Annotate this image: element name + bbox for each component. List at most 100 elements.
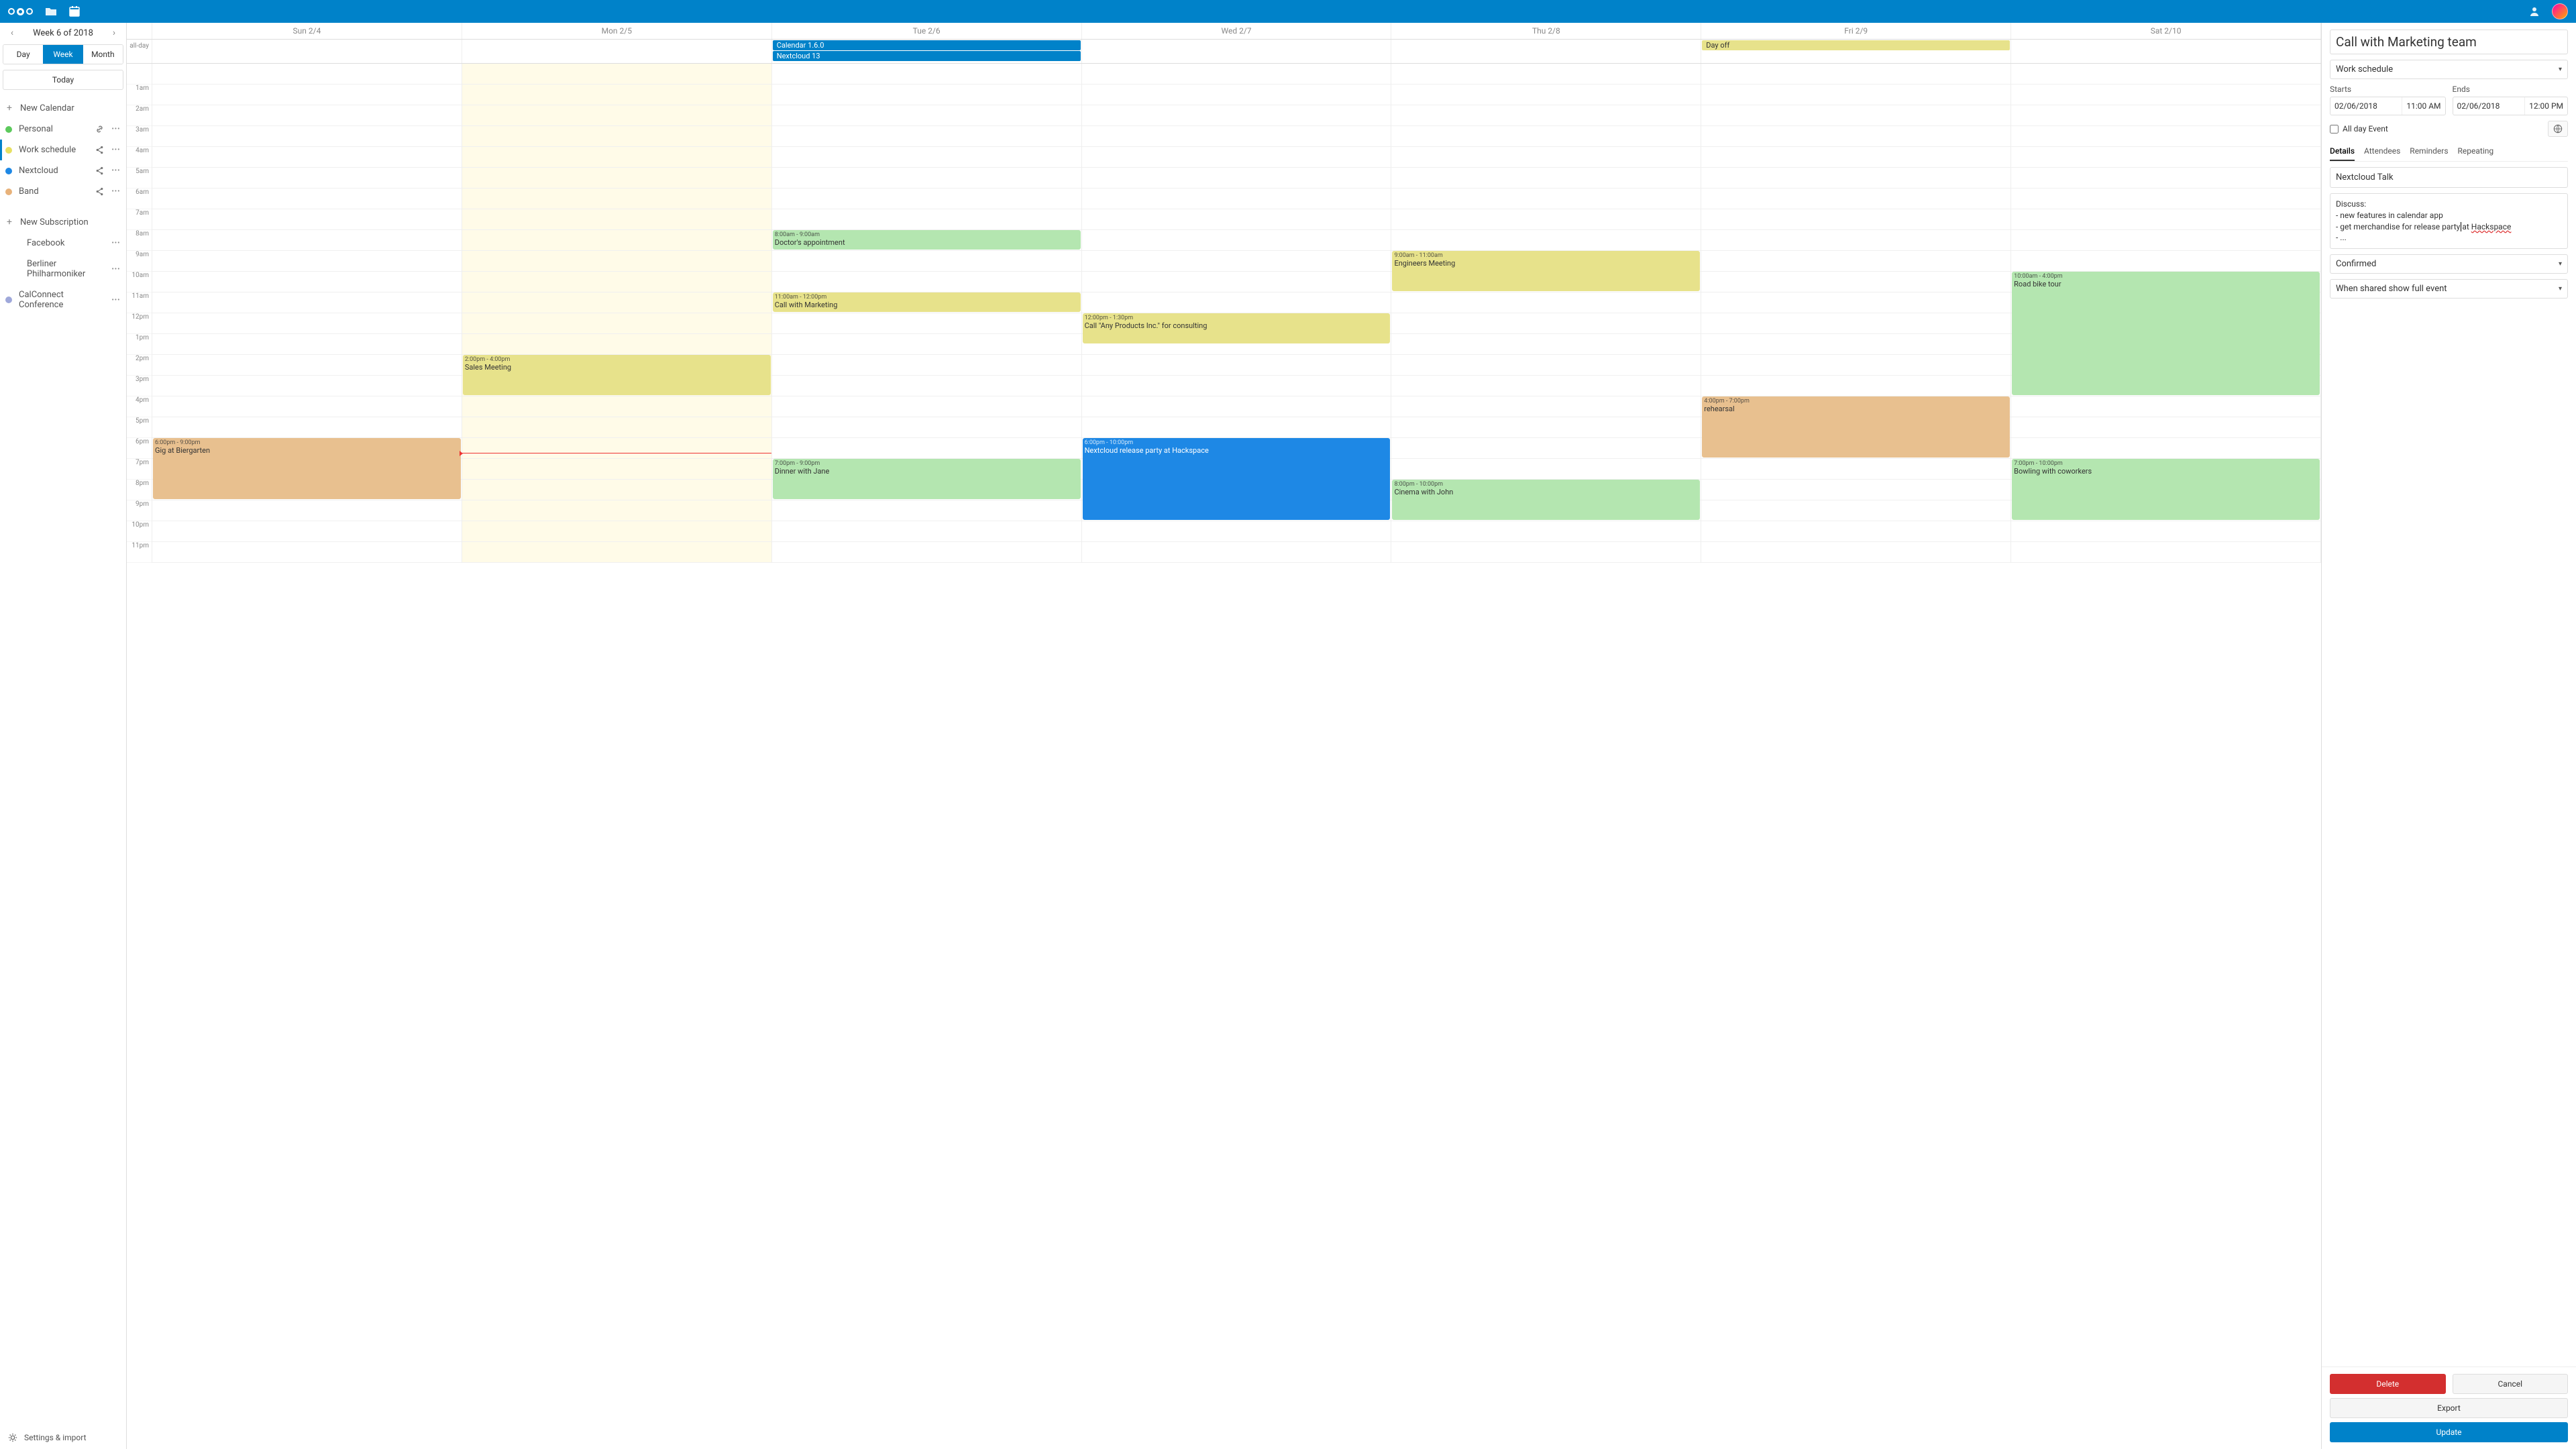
tab-repeating[interactable]: Repeating <box>2458 142 2494 161</box>
tab-month[interactable]: Month <box>83 45 123 64</box>
tab-day[interactable]: Day <box>3 45 43 64</box>
more-menu-icon[interactable]: ••• <box>111 239 121 247</box>
day-column[interactable]: 2:00pm - 4:00pmSales Meeting <box>462 64 772 563</box>
allday-checkbox[interactable]: All day Event <box>2330 124 2388 133</box>
calendar-event[interactable]: 12:00pm - 1:30pmCall "Any Products Inc."… <box>1083 313 1391 343</box>
more-menu-icon[interactable]: ••• <box>111 167 121 174</box>
allday-cell[interactable] <box>2011 40 2321 63</box>
event-time: 9:00am - 11:00am <box>1394 252 1698 259</box>
subscription-row[interactable]: Berliner Philharmoniker ••• <box>5 254 121 284</box>
tab-attendees[interactable]: Attendees <box>2364 142 2400 161</box>
calendar-event[interactable]: 8:00pm - 10:00pmCinema with John <box>1392 480 1700 520</box>
calendar-row[interactable]: Band ••• <box>5 181 121 202</box>
settings-import[interactable]: Settings & import <box>0 1426 126 1449</box>
delete-button[interactable]: Delete <box>2330 1374 2446 1394</box>
calendar-event[interactable]: 7:00pm - 10:00pmBowling with coworkers <box>2012 459 2320 520</box>
visibility-select[interactable]: When shared show full event ▾ <box>2330 279 2568 299</box>
more-menu-icon[interactable]: ••• <box>111 188 121 195</box>
files-app-icon[interactable] <box>45 7 57 16</box>
hour-label: 7pm <box>127 459 152 480</box>
start-datetime-input[interactable]: 02/06/2018 11:00 AM <box>2330 97 2446 115</box>
event-title: Engineers Meeting <box>1394 259 1455 268</box>
event-calendar-select[interactable]: Work schedule ▾ <box>2330 60 2568 79</box>
event-time: 11:00am - 12:00pm <box>775 294 1079 301</box>
nav-title: Week 6 of 2018 <box>19 28 107 38</box>
calendar-event[interactable]: 4:00pm - 7:00pmrehearsal <box>1702 396 2010 458</box>
more-menu-icon[interactable]: ••• <box>111 146 121 154</box>
calendar-event[interactable]: 6:00pm - 10:00pmNextcloud release party … <box>1083 438 1391 520</box>
day-header-row: Sun 2/4Mon 2/5Tue 2/6Wed 2/7Thu 2/8Fri 2… <box>127 23 2321 40</box>
allday-cell[interactable] <box>152 40 462 63</box>
day-column[interactable]: 9:00am - 11:00amEngineers Meeting 8:00pm … <box>1391 64 1701 563</box>
update-button[interactable]: Update <box>2330 1422 2568 1442</box>
location-input[interactable]: Nextcloud Talk <box>2330 167 2568 188</box>
calendar-app-icon[interactable] <box>69 6 80 17</box>
allday-cell[interactable]: Day off <box>1701 40 2011 63</box>
day-column[interactable]: 8:00am - 9:00amDoctor's appointment 11:00… <box>772 64 1082 563</box>
gear-icon <box>8 1433 17 1442</box>
user-avatar[interactable] <box>2552 3 2568 19</box>
event-title-input[interactable]: Call with Marketing team <box>2330 30 2568 54</box>
event-time: 6:00pm - 9:00pm <box>155 439 459 446</box>
new-calendar-row[interactable]: + New Calendar <box>5 97 121 119</box>
tab-details[interactable]: Details <box>2330 142 2355 161</box>
calendar-row[interactable]: Nextcloud ••• <box>5 160 121 181</box>
hour-label: 5pm <box>127 417 152 438</box>
calendar-event[interactable]: 8:00am - 9:00amDoctor's appointment <box>773 230 1081 250</box>
share-icon[interactable] <box>95 146 105 154</box>
subscription-row[interactable]: CalConnect Conference ••• <box>5 284 121 315</box>
more-menu-icon[interactable]: ••• <box>111 297 121 304</box>
event-title: Gig at Biergarten <box>155 446 210 455</box>
export-button[interactable]: Export <box>2330 1398 2568 1418</box>
calendar-event[interactable]: 11:00am - 12:00pmCall with Marketing <box>773 292 1081 312</box>
next-week-button[interactable]: › <box>107 28 121 38</box>
calendar-event[interactable]: 7:00pm - 9:00pmDinner with Jane <box>773 459 1081 499</box>
hour-label: 9am <box>127 251 152 272</box>
new-subscription-row[interactable]: + New Subscription <box>5 211 121 233</box>
allday-checkbox-input[interactable] <box>2330 125 2339 133</box>
today-button[interactable]: Today <box>3 70 123 90</box>
subscription-name: Facebook <box>19 238 105 248</box>
cancel-button[interactable]: Cancel <box>2453 1374 2569 1394</box>
tab-reminders[interactable]: Reminders <box>2410 142 2448 161</box>
calendar-event[interactable]: 2:00pm - 4:00pmSales Meeting <box>463 355 771 395</box>
hour-label: 9pm <box>127 500 152 521</box>
calendar-grid[interactable]: 1am2am3am4am5am6am7am8am9am10am11am12pm1… <box>127 64 2321 1449</box>
allday-cell[interactable] <box>1391 40 1701 63</box>
allday-event[interactable]: Day off <box>1702 40 2010 50</box>
calendar-row[interactable]: Personal ••• <box>5 119 121 140</box>
share-icon[interactable] <box>95 187 105 196</box>
tab-week[interactable]: Week <box>43 45 83 64</box>
day-column[interactable]: 12:00pm - 1:30pmCall "Any Products Inc."… <box>1082 64 1392 563</box>
end-datetime-input[interactable]: 02/06/2018 12:00 PM <box>2453 97 2569 115</box>
allday-event[interactable]: Calendar 1.6.0 <box>773 40 1081 50</box>
share-icon[interactable] <box>95 166 105 175</box>
subscription-row[interactable]: Facebook ••• <box>5 233 121 254</box>
timezone-button[interactable] <box>2548 121 2568 137</box>
hour-label: 11am <box>127 292 152 313</box>
calendar-row[interactable]: Work schedule ••• <box>0 140 121 160</box>
prev-week-button[interactable]: ‹ <box>5 28 19 38</box>
event-title: Call "Any Products Inc." for consulting <box>1085 321 1208 330</box>
status-select[interactable]: Confirmed ▾ <box>2330 254 2568 274</box>
calendar-event[interactable]: 6:00pm - 9:00pmGig at Biergarten <box>153 438 461 499</box>
description-textarea[interactable]: Discuss:- new features in calendar app- … <box>2330 193 2568 249</box>
allday-cell[interactable] <box>462 40 772 63</box>
day-column[interactable]: 6:00pm - 9:00pmGig at Biergarten <box>152 64 462 563</box>
allday-cell[interactable]: Calendar 1.6.0Nextcloud 13 <box>772 40 1082 63</box>
more-menu-icon[interactable]: ••• <box>111 266 121 273</box>
calendar-view: Sun 2/4Mon 2/5Tue 2/6Wed 2/7Thu 2/8Fri 2… <box>127 23 2321 1449</box>
more-menu-icon[interactable]: ••• <box>111 125 121 133</box>
nextcloud-logo[interactable] <box>8 8 33 15</box>
calendar-event[interactable]: 9:00am - 11:00amEngineers Meeting <box>1392 251 1700 291</box>
day-column[interactable]: 10:00am - 4:00pmRoad bike tour 7:00pm - 1… <box>2011 64 2321 563</box>
contacts-icon[interactable] <box>2529 6 2540 17</box>
link-icon[interactable] <box>95 125 105 133</box>
calendar-color-dot <box>5 297 12 303</box>
allday-event[interactable]: Nextcloud 13 <box>773 51 1081 61</box>
event-title: Call with Marketing <box>775 301 838 309</box>
allday-cell[interactable] <box>1082 40 1392 63</box>
calendar-event[interactable]: 10:00am - 4:00pmRoad bike tour <box>2012 272 2320 395</box>
day-column[interactable]: 4:00pm - 7:00pmrehearsal <box>1701 64 2011 563</box>
calendar-list: + New Calendar Personal ••• Work schedul… <box>0 94 126 1426</box>
